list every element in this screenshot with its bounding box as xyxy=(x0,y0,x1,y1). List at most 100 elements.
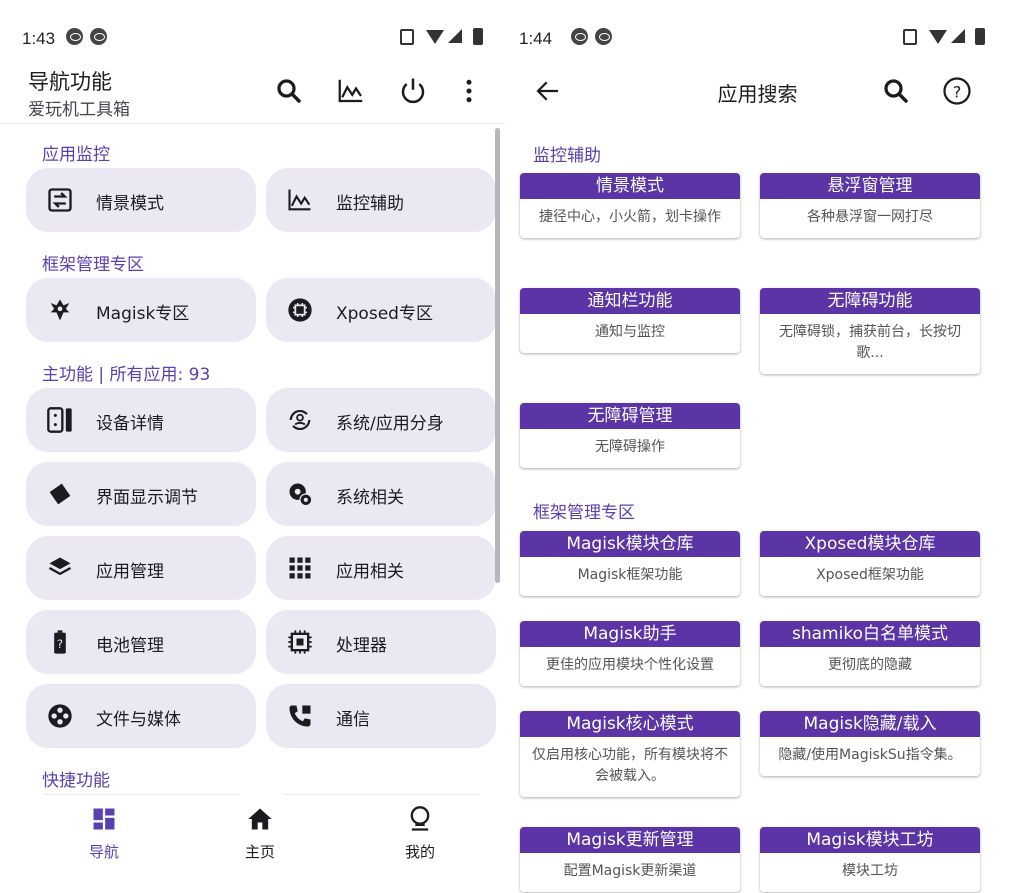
section-title-monitor-assist: 监控辅助 xyxy=(533,146,601,166)
tile-scene-mode[interactable]: 情景模式 xyxy=(26,168,256,232)
feature-card[interactable]: 无障碍功能 无障碍锁，捕获前台，长按切歌... xyxy=(760,288,980,374)
feature-card[interactable]: Xposed模块仓库 Xposed框架功能 xyxy=(760,531,980,596)
tile-xposed-zone[interactable]: Xposed专区 xyxy=(266,278,496,342)
card-description: 捷径中心，小火箭，划卡操作 xyxy=(539,209,721,225)
feature-card[interactable]: 悬浮窗管理 各种悬浮窗一网打尽 xyxy=(760,173,980,238)
scrollbar[interactable] xyxy=(495,128,500,583)
navigation-screen: 1:43 导航功能 爱玩机工具箱 应用监控 情景模式 监控辅助 框架管理专区 M… xyxy=(0,0,505,893)
card-description: 隐藏/使用MagiskSu指令集。 xyxy=(778,747,962,763)
navigation-list[interactable]: 应用监控 情景模式 监控辅助 框架管理专区 Magisk专区 Xposed专区 … xyxy=(0,126,505,795)
status-bar: 1:43 xyxy=(0,0,505,48)
top-app-bar: 导航功能 爱玩机工具箱 xyxy=(0,58,505,124)
tile-app-manage[interactable]: 应用管理 xyxy=(26,536,256,600)
notification-icon xyxy=(66,28,83,45)
feature-card[interactable]: Magisk模块工坊 模块工坊 xyxy=(760,827,980,892)
card-description: Magisk框架功能 xyxy=(577,567,683,583)
nav-label: 主页 xyxy=(244,843,275,861)
notification-icon xyxy=(90,28,107,45)
tile-processor[interactable]: 处理器 xyxy=(266,610,496,674)
bottom-navigation: 导航 主页 我的 xyxy=(0,795,505,893)
section-title-framework: 框架管理专区 xyxy=(533,503,635,523)
feature-card[interactable]: 无障碍管理 无障碍操作 xyxy=(520,403,740,468)
card-title: Magisk更新管理 xyxy=(520,827,740,853)
search-icon[interactable] xyxy=(881,76,911,106)
card-description: 更佳的应用模块个性化设置 xyxy=(546,657,714,673)
card-description: 通知与监控 xyxy=(595,324,665,340)
tile-system-app-clone[interactable]: 系统/应用分身 xyxy=(266,388,496,452)
phone-icon xyxy=(286,702,314,730)
feature-card[interactable]: 通知栏功能 通知与监控 xyxy=(520,288,740,353)
page-subtitle: 爱玩机工具箱 xyxy=(28,100,130,120)
search-icon[interactable] xyxy=(274,76,304,106)
wifi-icon xyxy=(426,30,444,44)
card-description: 配置Magisk更新渠道 xyxy=(563,863,697,879)
card-description: 各种悬浮窗一网打尽 xyxy=(807,209,933,225)
tile-label: 应用相关 xyxy=(336,562,404,582)
media-reel-icon xyxy=(46,702,74,730)
tile-label: 应用管理 xyxy=(96,562,164,582)
xposed-icon xyxy=(286,296,314,324)
card-title: 无障碍功能 xyxy=(760,288,980,314)
apps-grid-icon xyxy=(286,554,314,582)
tile-label: Magisk专区 xyxy=(96,304,190,324)
page-title: 应用搜索 xyxy=(717,82,798,106)
feature-card[interactable]: Magisk核心模式 仅启用核心功能，所有模块将不会被载入。 xyxy=(520,711,740,797)
tile-communication[interactable]: 通信 xyxy=(266,684,496,748)
chart-icon xyxy=(286,186,314,214)
status-time: 1:43 xyxy=(22,29,56,48)
vibrate-icon xyxy=(400,29,414,45)
settings-gears-icon xyxy=(286,480,314,508)
feature-card[interactable]: Magisk模块仓库 Magisk框架功能 xyxy=(520,531,740,596)
profile-icon xyxy=(406,805,434,833)
display-icon xyxy=(46,480,74,508)
magisk-icon xyxy=(46,296,74,324)
tile-label: 情景模式 xyxy=(96,194,164,214)
swap-icon xyxy=(46,186,74,214)
tile-system-related[interactable]: 系统相关 xyxy=(266,462,496,526)
tile-magisk-zone[interactable]: Magisk专区 xyxy=(26,278,256,342)
signal-icon xyxy=(951,29,965,43)
feature-card[interactable]: Magisk隐藏/载入 隐藏/使用MagiskSu指令集。 xyxy=(760,711,980,776)
feature-card[interactable]: Magisk更新管理 配置Magisk更新渠道 xyxy=(520,827,740,892)
tile-files-media[interactable]: 文件与媒体 xyxy=(26,684,256,748)
battery-icon xyxy=(975,28,985,45)
status-time: 1:44 xyxy=(519,29,553,48)
tile-device-info[interactable]: 设备详情 xyxy=(26,388,256,452)
card-description: 无障碍操作 xyxy=(595,439,665,455)
svg-text:?: ? xyxy=(953,82,962,101)
card-title: 通知栏功能 xyxy=(520,288,740,314)
card-description: Xposed框架功能 xyxy=(816,567,924,583)
tile-label: 系统相关 xyxy=(336,488,404,508)
nav-tab-mine[interactable]: 我的 xyxy=(360,805,480,862)
dashboard-icon xyxy=(90,805,118,833)
card-title: Magisk模块工坊 xyxy=(760,827,980,853)
tile-monitor-assist[interactable]: 监控辅助 xyxy=(266,168,496,232)
tile-battery-manage[interactable]: ? 电池管理 xyxy=(26,610,256,674)
card-title: 无障碍管理 xyxy=(520,403,740,429)
feature-card[interactable]: 情景模式 捷径中心，小火箭，划卡操作 xyxy=(520,173,740,238)
feature-card[interactable]: shamiko白名单模式 更彻底的隐藏 xyxy=(760,621,980,686)
tile-display-adjust[interactable]: 界面显示调节 xyxy=(26,462,256,526)
nav-tab-navigation[interactable]: 导航 xyxy=(44,805,164,862)
card-title: Magisk模块仓库 xyxy=(520,531,740,557)
nav-tab-home[interactable]: 主页 xyxy=(200,805,320,862)
card-title: Magisk核心模式 xyxy=(520,711,740,737)
more-options-icon[interactable] xyxy=(454,76,484,106)
card-title: shamiko白名单模式 xyxy=(760,621,980,647)
section-title-main: 主功能 | 所有应用: 93 xyxy=(42,365,211,385)
clone-icon xyxy=(286,406,314,434)
card-title: Magisk助手 xyxy=(520,621,740,647)
power-icon[interactable] xyxy=(398,76,428,106)
help-icon[interactable]: ? xyxy=(942,76,972,106)
cpu-icon xyxy=(286,628,314,656)
page-title: 导航功能 xyxy=(28,70,112,94)
tile-app-related[interactable]: 应用相关 xyxy=(266,536,496,600)
monitor-chart-icon[interactable] xyxy=(336,76,366,106)
card-description: 无障碍锁，捕获前台，长按切歌... xyxy=(779,324,961,361)
section-title-framework: 框架管理专区 xyxy=(42,255,144,275)
tile-label: 文件与媒体 xyxy=(96,710,181,730)
card-description: 更彻底的隐藏 xyxy=(828,657,912,673)
signal-icon xyxy=(448,29,462,43)
feature-card[interactable]: Magisk助手 更佳的应用模块个性化设置 xyxy=(520,621,740,686)
section-title-shortcut: 快捷功能 xyxy=(42,771,110,791)
